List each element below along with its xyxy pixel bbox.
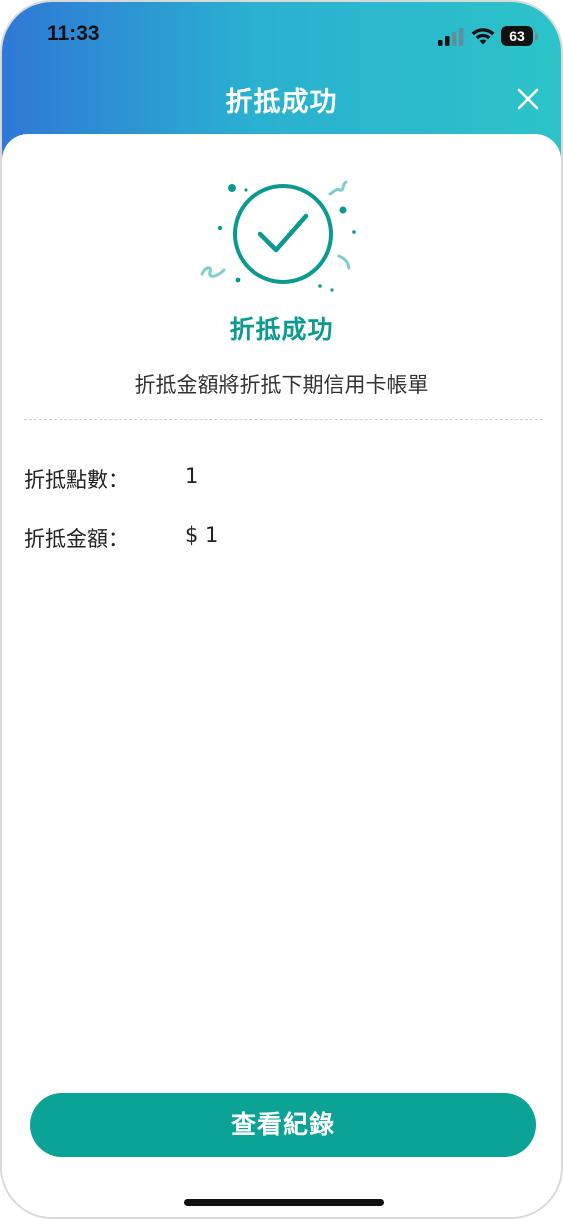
battery-icon: 63: [501, 26, 539, 46]
title-bar: 折抵成功: [2, 62, 561, 134]
close-icon: [517, 88, 539, 110]
dashed-divider: [24, 419, 543, 420]
amount-value: $ 1: [185, 523, 219, 547]
page-title: 折抵成功: [225, 87, 338, 118]
status-bar: 11:33 63: [2, 2, 561, 62]
app-screen: 11:33 63 折抵成功 折抵成功 折抵金額將折抵下期信用卡帳單 折抵點數： …: [0, 0, 563, 1219]
amount-row: 折抵金額： $ 1: [24, 523, 543, 553]
battery-cap: [535, 33, 538, 40]
content-panel: 折抵成功 折抵金額將折抵下期信用卡帳單 折抵點數： 1 折抵金額： $ 1 查看…: [2, 134, 561, 1217]
close-button[interactable]: [511, 82, 545, 116]
home-indicator: [184, 1199, 384, 1206]
points-value: 1: [185, 464, 199, 488]
cellular-signal-icon: [438, 28, 464, 46]
wifi-icon: [471, 28, 495, 45]
amount-label: 折抵金額：: [24, 527, 129, 551]
success-title: 折抵成功: [229, 315, 334, 344]
points-row: 折抵點數： 1: [24, 464, 543, 494]
check-circle-icon: [200, 180, 356, 292]
view-records-button[interactable]: 查看紀錄: [30, 1093, 536, 1157]
success-message: 折抵金額將折抵下期信用卡帳單: [134, 373, 429, 397]
status-time: 11:33: [47, 22, 100, 45]
points-label: 折抵點數：: [24, 468, 129, 492]
battery-level: 63: [509, 28, 525, 44]
